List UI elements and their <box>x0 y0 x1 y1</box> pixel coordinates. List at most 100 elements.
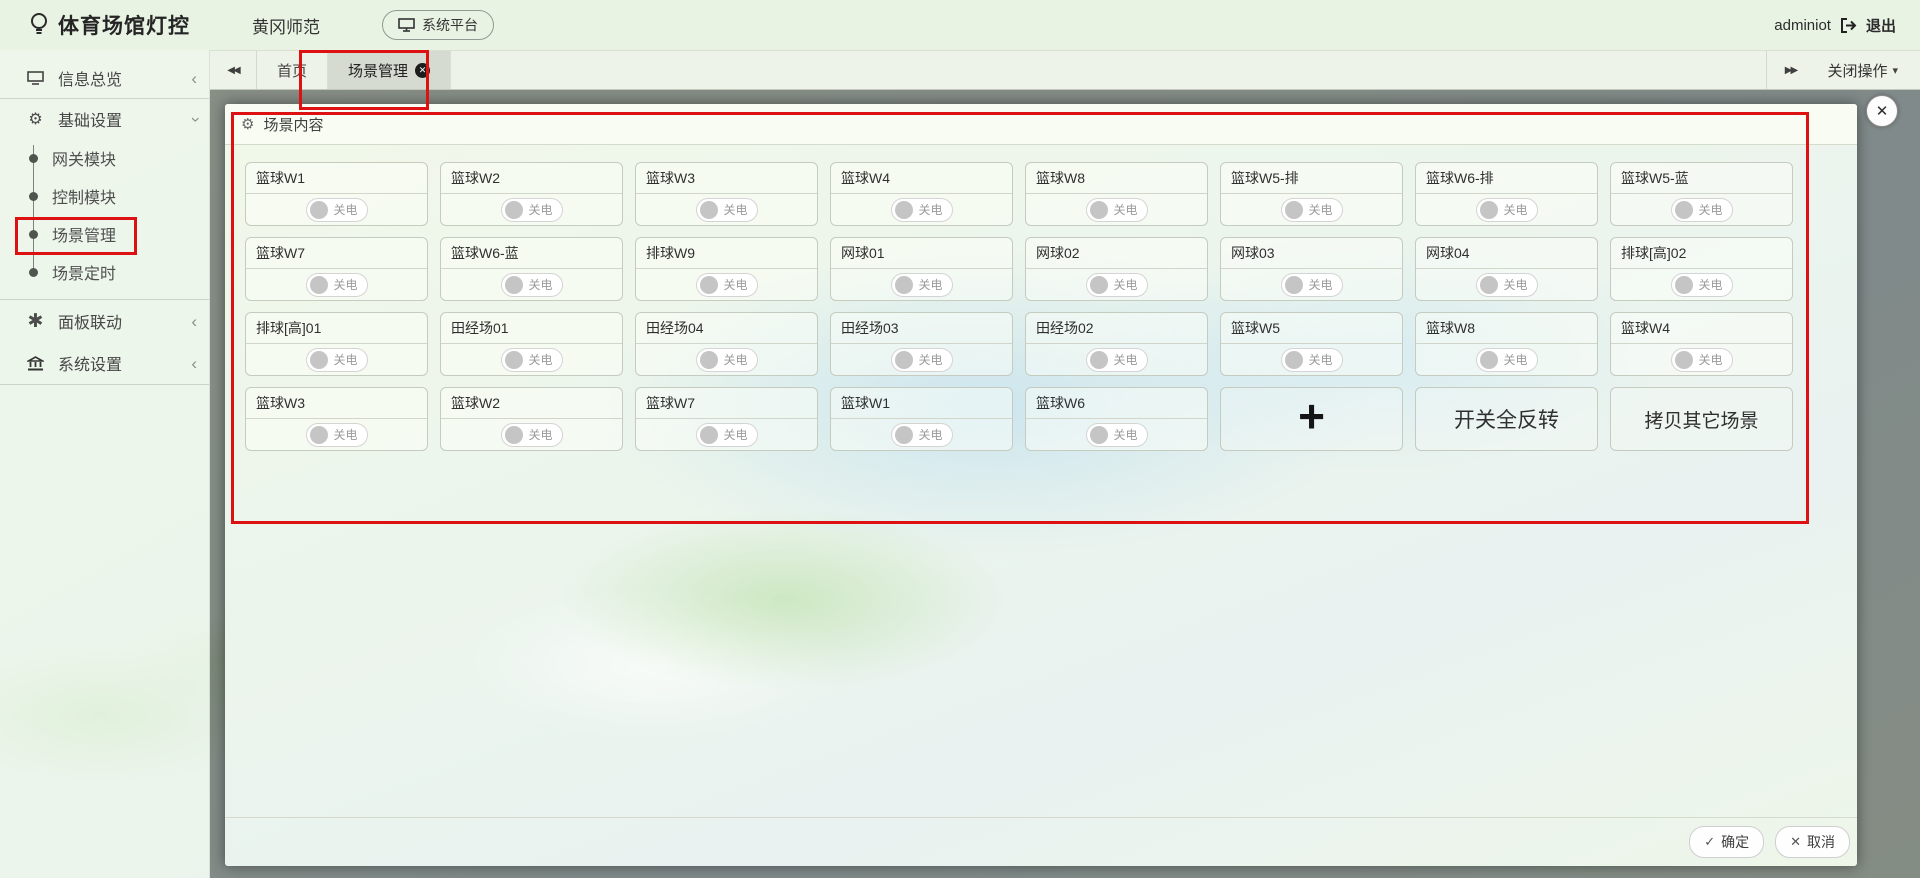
sidebar-item-scene-timer[interactable]: 场景定时 <box>0 253 209 291</box>
power-toggle[interactable]: 关电 <box>696 273 758 297</box>
power-toggle[interactable]: 关电 <box>501 423 563 447</box>
power-toggle[interactable]: 关电 <box>1476 348 1538 372</box>
toggle-label: 关电 <box>334 351 358 368</box>
scene-card: 篮球W6-排 关电 <box>1415 162 1598 226</box>
sidebar-item-control-module[interactable]: 控制模块 <box>0 177 209 215</box>
add-scene-button[interactable]: + <box>1220 387 1403 451</box>
power-toggle[interactable]: 关电 <box>306 198 368 222</box>
scene-name: 篮球W2 <box>441 163 622 194</box>
scene-name: 网球03 <box>1221 238 1402 269</box>
power-toggle[interactable]: 关电 <box>1086 198 1148 222</box>
sidebar-label: 面板联动 <box>58 309 122 333</box>
tab-scene-management[interactable]: 场景管理 ✕ <box>328 51 451 89</box>
power-toggle[interactable]: 关电 <box>1671 273 1733 297</box>
toggle-label: 关电 <box>1309 276 1333 293</box>
scene-card: 网球04 关电 <box>1415 237 1598 301</box>
logout-icon[interactable] <box>1840 18 1857 33</box>
sidebar-item-system-settings[interactable]: 系统设置 ‹ <box>0 342 209 384</box>
power-toggle[interactable]: 关电 <box>891 273 953 297</box>
header-right: adminiot 退出 <box>1774 15 1920 36</box>
chevron-left-icon: ‹ <box>191 355 197 372</box>
toggle-knob-icon <box>700 351 718 369</box>
invert-all-switches-button[interactable]: 开关全反转 <box>1415 387 1598 451</box>
scene-card: 田经场04 关电 <box>635 312 818 376</box>
power-toggle[interactable]: 关电 <box>501 273 563 297</box>
power-toggle[interactable]: 关电 <box>1671 348 1733 372</box>
power-toggle[interactable]: 关电 <box>306 273 368 297</box>
toggle-row: 关电 <box>1416 269 1597 300</box>
tab-close-icon[interactable]: ✕ <box>415 63 430 78</box>
tab-home[interactable]: 首页 <box>257 51 328 89</box>
toggle-knob-icon <box>310 351 328 369</box>
platform-button[interactable]: 系统平台 <box>382 10 494 40</box>
brand: 体育场馆灯控 <box>0 10 190 40</box>
scene-name: 篮球W4 <box>831 163 1012 194</box>
x-icon: ✕ <box>1790 834 1801 850</box>
power-toggle[interactable]: 关电 <box>1476 273 1538 297</box>
confirm-label: 确定 <box>1721 832 1749 852</box>
toggle-label: 关电 <box>919 201 943 218</box>
sidebar-item-panel-linkage[interactable]: ✱ 面板联动 ‹ <box>0 300 209 342</box>
power-toggle[interactable]: 关电 <box>501 198 563 222</box>
power-toggle[interactable]: 关电 <box>696 423 758 447</box>
logout-button[interactable]: 退出 <box>1866 15 1896 36</box>
toggle-row: 关电 <box>831 344 1012 375</box>
tabs-scroll-right-button[interactable]: ▶▶ <box>1766 51 1813 89</box>
power-toggle[interactable]: 关电 <box>1671 198 1733 222</box>
modal-close-button[interactable]: ✕ <box>1866 95 1898 127</box>
power-toggle[interactable]: 关电 <box>1086 273 1148 297</box>
tab-label: 首页 <box>277 60 307 81</box>
scene-name: 排球[高]02 <box>1611 238 1792 269</box>
toggle-knob-icon <box>1090 276 1108 294</box>
sidebar-item-gateway-module[interactable]: 网关模块 <box>0 139 209 177</box>
basic-settings-submenu: 网关模块 控制模块 场景管理 场景定时 <box>0 139 209 299</box>
scene-card: 篮球W7 关电 <box>245 237 428 301</box>
sidebar-item-basic-settings[interactable]: ⚙ 基础设置 ‹ <box>0 99 209 139</box>
asterisk-icon: ✱ <box>26 310 45 333</box>
toggle-label: 关电 <box>529 276 553 293</box>
power-toggle[interactable]: 关电 <box>696 348 758 372</box>
scene-name: 篮球W6-蓝 <box>441 238 622 269</box>
modal-title: 场景内容 <box>263 114 323 135</box>
sidebar-item-info-overview[interactable]: 信息总览 ‹ <box>0 58 209 98</box>
toggle-row: 关电 <box>1026 344 1207 375</box>
confirm-button[interactable]: ✓ 确定 <box>1689 826 1764 858</box>
power-toggle[interactable]: 关电 <box>1281 348 1343 372</box>
power-toggle[interactable]: 关电 <box>1281 198 1343 222</box>
power-toggle[interactable]: 关电 <box>306 423 368 447</box>
scene-card: 网球02 关电 <box>1025 237 1208 301</box>
scene-name: 篮球W5-排 <box>1221 163 1402 194</box>
close-operations-dropdown[interactable]: 关闭操作 ▾ <box>1813 51 1920 89</box>
toggle-row: 关电 <box>1221 344 1402 375</box>
scene-name: 排球[高]01 <box>246 313 427 344</box>
scene-name: 网球04 <box>1416 238 1597 269</box>
power-toggle[interactable]: 关电 <box>1281 273 1343 297</box>
power-toggle[interactable]: 关电 <box>306 348 368 372</box>
scene-name: 篮球W2 <box>441 388 622 419</box>
power-toggle[interactable]: 关电 <box>1086 348 1148 372</box>
scene-card: 篮球W2 关电 <box>440 162 623 226</box>
toggle-row: 关电 <box>1026 194 1207 225</box>
power-toggle[interactable]: 关电 <box>891 198 953 222</box>
sidebar-label: 场景定时 <box>52 260 116 284</box>
cancel-button[interactable]: ✕ 取消 <box>1775 826 1850 858</box>
power-toggle[interactable]: 关电 <box>1086 423 1148 447</box>
modal-header: ⚙ 场景内容 <box>225 104 1857 145</box>
power-toggle[interactable]: 关电 <box>891 348 953 372</box>
scene-card: 田经场01 关电 <box>440 312 623 376</box>
scene-name: 篮球W1 <box>831 388 1012 419</box>
power-toggle[interactable]: 关电 <box>1476 198 1538 222</box>
sidebar-item-scene-management[interactable]: 场景管理 <box>0 215 209 253</box>
copy-other-scene-button[interactable]: 拷贝其它场景 <box>1610 387 1793 451</box>
power-toggle[interactable]: 关电 <box>696 198 758 222</box>
tabs-scroll-left-button[interactable]: ◀◀ <box>210 51 257 89</box>
toggle-label: 关电 <box>919 276 943 293</box>
toggle-row: 关电 <box>1611 344 1792 375</box>
power-toggle[interactable]: 关电 <box>501 348 563 372</box>
scene-card: 篮球W4 关电 <box>830 162 1013 226</box>
scene-name: 篮球W3 <box>636 163 817 194</box>
toggle-knob-icon <box>1090 351 1108 369</box>
toggle-knob-icon <box>310 426 328 444</box>
power-toggle[interactable]: 关电 <box>891 423 953 447</box>
scene-grid: 篮球W1 关电 篮球W2 关电 篮球W3 关电 篮球W4 <box>245 162 1793 451</box>
